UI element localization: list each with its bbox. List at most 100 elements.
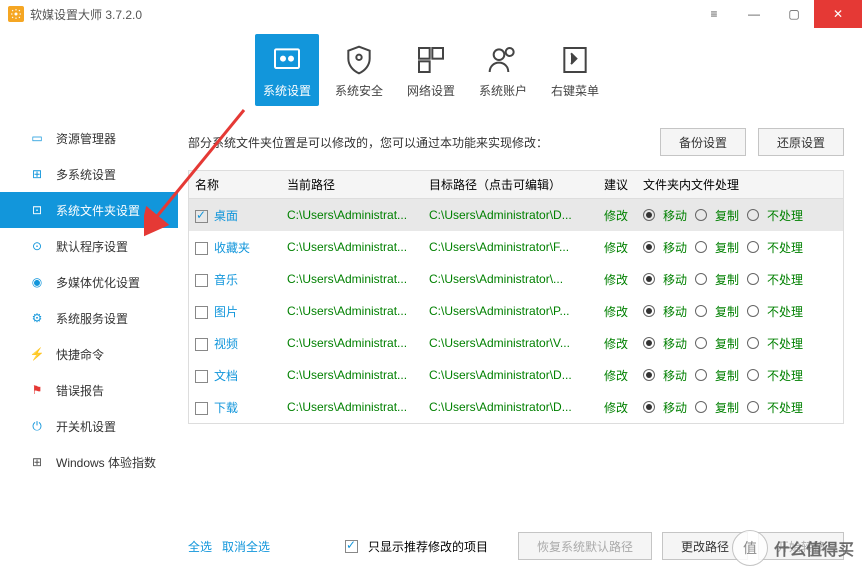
backup-button[interactable]: 备份设置 [660,128,746,156]
radio-move[interactable] [643,401,655,413]
target-path[interactable]: C:\Users\Administrator\F... [423,240,595,254]
topnav-item-3[interactable]: 系统账户 [471,34,535,106]
folder-name[interactable]: 音乐 [214,273,238,287]
checkbox-icon [345,540,358,553]
radio-copy[interactable] [695,337,707,349]
folder-name[interactable]: 收藏夹 [214,241,250,255]
sidebar-item-0[interactable]: ▭资源管理器 [0,120,178,156]
window-title: 软媒设置大师 3.7.2.0 [30,6,142,23]
table-row[interactable]: 下载 C:\Users\Administrat...C:\Users\Admini… [189,391,843,423]
radio-none[interactable] [747,241,759,253]
table-row[interactable]: 音乐C:\Users\Administrat...C:\Users\Admini… [189,263,843,295]
folder-name[interactable]: 下载 [214,401,238,415]
sidebar-item-8[interactable]: ⏻开关机设置 [0,408,178,444]
close-button[interactable]: ✕ [814,0,862,28]
row-checkbox[interactable] [195,210,208,223]
nav-icon [269,42,305,78]
current-path: C:\Users\Administrat... [281,336,423,350]
sidebar-item-5[interactable]: ⚙系统服务设置 [0,300,178,336]
radio-copy[interactable] [695,273,707,285]
folder-name[interactable]: 视频 [214,337,238,351]
radio-copy[interactable] [695,369,707,381]
radio-copy[interactable] [695,241,707,253]
sidebar-item-2[interactable]: ⊡系统文件夹设置 [0,192,178,228]
target-path[interactable]: C:\Users\Administrator\... [423,272,595,286]
minimize-button[interactable]: — [734,0,774,28]
sidebar-icon: ⊞ [28,165,46,183]
sidebar-item-9[interactable]: ⊞Windows 体验指数 [0,444,178,480]
radio-move[interactable] [643,369,655,381]
radio-none[interactable] [747,273,759,285]
description-text: 部分系统文件夹位置是可以修改的，您可以通过本功能来实现修改： [188,134,548,151]
app-logo-icon [8,6,24,22]
file-action-radios: 移动复制不处理 [637,303,843,320]
radio-move[interactable] [643,241,655,253]
sidebar-item-7[interactable]: ⚑错误报告 [0,372,178,408]
target-path[interactable]: C:\Users\Administrator\D... [423,368,595,382]
row-checkbox[interactable] [195,274,208,287]
sidebar-icon: ⚡ [28,345,46,363]
radio-none[interactable] [747,369,759,381]
file-action-radios: 移动复制不处理 [637,367,843,384]
sidebar-item-6[interactable]: ⚡快捷命令 [0,336,178,372]
target-path[interactable]: C:\Users\Administrator\D... [423,400,595,414]
sidebar-icon: ⏻ [28,417,46,435]
radio-none[interactable] [747,337,759,349]
content-panel: 部分系统文件夹位置是可以修改的，您可以通过本功能来实现修改： 备份设置 还原设置… [178,112,862,572]
select-all-link[interactable]: 全选 [188,538,212,555]
radio-none[interactable] [747,401,759,413]
radio-copy[interactable] [695,209,707,221]
col-current-path: 当前路径 [281,176,423,193]
table-row[interactable]: 收藏夹C:\Users\Administrat...C:\Users\Admin… [189,231,843,263]
suggestion: 修改 [595,367,637,384]
folder-name[interactable]: 桌面 [214,209,238,223]
row-checkbox[interactable] [195,242,208,255]
maximize-button[interactable]: ▢ [774,0,814,28]
topnav-item-0[interactable]: 系统设置 [255,34,319,106]
top-nav: 系统设置系统安全网络设置系统账户右键菜单 [0,28,862,112]
recover-defaults-button[interactable]: 恢复系统默认路径 [518,532,652,560]
radio-move[interactable] [643,337,655,349]
current-path: C:\Users\Administrat... [281,208,423,222]
radio-copy[interactable] [695,401,707,413]
topnav-item-2[interactable]: 网络设置 [399,34,463,106]
sidebar-item-3[interactable]: ⊙默认程序设置 [0,228,178,264]
file-action-radios: 移动复制不处理 [637,271,843,288]
topnav-item-4[interactable]: 右键菜单 [543,34,607,106]
table-row[interactable]: 桌面 C:\Users\Administrat...C:\Users\Admini… [189,199,843,231]
menu-button[interactable]: ≡ [694,0,734,28]
sidebar-icon: ⚙ [28,309,46,327]
file-action-radios: 移动复制不处理 [637,207,843,224]
file-action-radios: 移动复制不处理 [637,399,843,416]
restore-button[interactable]: 还原设置 [758,128,844,156]
row-checkbox[interactable] [195,370,208,383]
suggestion: 修改 [595,271,637,288]
target-path[interactable]: C:\Users\Administrator\P... [423,304,595,318]
radio-move[interactable] [643,209,655,221]
topnav-item-1[interactable]: 系统安全 [327,34,391,106]
table-row[interactable]: 图片 C:\Users\Administrat...C:\Users\Admini… [189,295,843,327]
only-recommended-checkbox[interactable]: 只显示推荐修改的项目 [345,538,488,555]
radio-copy[interactable] [695,305,707,317]
current-path: C:\Users\Administrat... [281,400,423,414]
row-checkbox[interactable] [195,306,208,319]
file-action-radios: 移动复制不处理 [637,239,843,256]
sidebar-item-1[interactable]: ⊞多系统设置 [0,156,178,192]
col-suggestion: 建议 [595,176,637,193]
radio-none[interactable] [747,209,759,221]
table-row[interactable]: 视频 C:\Users\Administrat...C:\Users\Admini… [189,327,843,359]
folder-name[interactable]: 文档 [214,369,238,383]
current-path: C:\Users\Administrat... [281,304,423,318]
radio-move[interactable] [643,305,655,317]
table-row[interactable]: 文档C:\Users\Administrat...C:\Users\Admini… [189,359,843,391]
sidebar-item-4[interactable]: ◉多媒体优化设置 [0,264,178,300]
target-path[interactable]: C:\Users\Administrator\D... [423,208,595,222]
folder-name[interactable]: 图片 [214,305,238,319]
row-checkbox[interactable] [195,338,208,351]
target-path[interactable]: C:\Users\Administrator\V... [423,336,595,350]
deselect-all-link[interactable]: 取消全选 [222,538,270,555]
suggestion: 修改 [595,399,637,416]
radio-move[interactable] [643,273,655,285]
row-checkbox[interactable] [195,402,208,415]
radio-none[interactable] [747,305,759,317]
